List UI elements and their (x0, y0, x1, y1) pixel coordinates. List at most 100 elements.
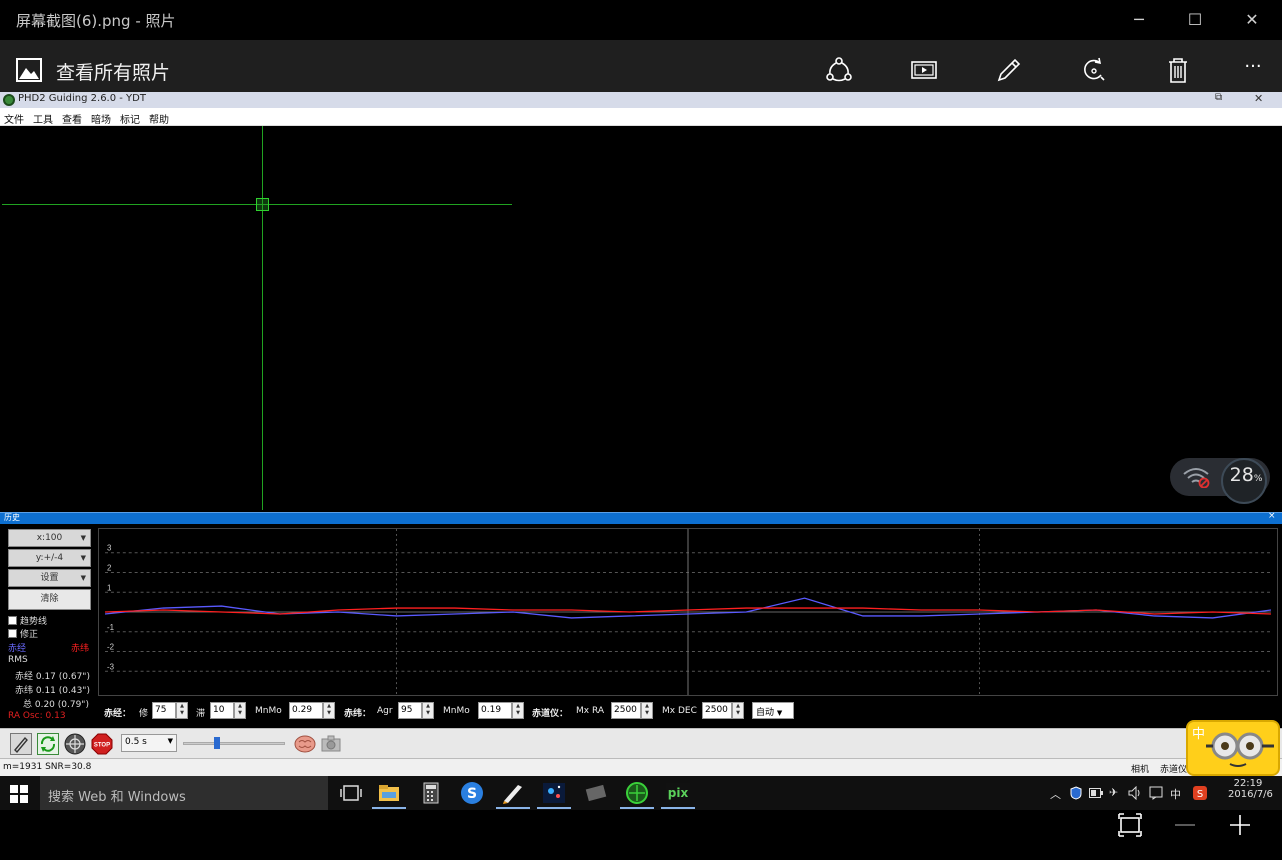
ra-hyst-input[interactable]: 75 (152, 702, 176, 719)
svg-text:STOP: STOP (94, 743, 110, 749)
dec-minmo-spinner[interactable]: ▲ ▼ (512, 702, 524, 719)
phd2-restore-icon[interactable]: ⧉ (1215, 92, 1222, 103)
brain-icon[interactable] (293, 733, 317, 755)
loop-icon[interactable] (37, 733, 59, 755)
windows-start-icon[interactable] (10, 785, 28, 803)
camera-status: 相机 (1131, 765, 1150, 775)
menu-file[interactable]: 文件 (4, 111, 24, 126)
menu-tools[interactable]: 工具 (33, 111, 53, 126)
network-tray-icon[interactable]: ✈ (1109, 786, 1118, 799)
slideshow-icon[interactable] (909, 55, 939, 85)
ime-indicator[interactable]: 中 (1170, 786, 1181, 802)
close-button[interactable]: ✕ (1237, 8, 1267, 32)
x-scale-dropdown[interactable]: x:100 ▼ (8, 529, 91, 547)
dec-agg-label: Agr (377, 706, 393, 716)
phd2-close-icon[interactable]: ✕ (1254, 92, 1263, 105)
ra-minmo-spinner[interactable]: ▲ ▼ (323, 702, 335, 719)
fit-to-window-icon[interactable] (1118, 813, 1142, 837)
dec-agg-spinner[interactable]: ▲ ▼ (422, 702, 434, 719)
pixinsight-active-indicator (661, 807, 695, 809)
ra-minmo-label: MnMo (255, 706, 282, 716)
calculator-icon[interactable] (418, 781, 444, 805)
net-usage-percent: 28% (1229, 464, 1263, 486)
zoom-out-icon[interactable] (1173, 813, 1197, 837)
svg-text:S: S (467, 786, 477, 802)
photo-gallery-icon[interactable] (16, 58, 42, 82)
dec-agg-input[interactable]: 95 (398, 702, 422, 719)
action-center-icon[interactable] (1149, 786, 1163, 800)
share-icon[interactable] (824, 55, 854, 85)
zoom-in-icon[interactable] (1228, 813, 1252, 837)
task-view-icon[interactable] (338, 781, 364, 805)
tray-clock[interactable]: 22:19 2016/7/6 (1228, 778, 1273, 800)
delete-icon[interactable] (1163, 55, 1193, 85)
gamma-slider-track[interactable] (183, 742, 285, 745)
volume-icon[interactable] (1128, 786, 1142, 800)
view-all-photos-link[interactable]: 查看所有照片 (56, 58, 170, 85)
y-scale-dropdown[interactable]: y:+/-4 ▼ (8, 549, 91, 567)
minimize-button[interactable]: ─ (1124, 8, 1154, 32)
ra-agg-input[interactable]: 10 (210, 702, 234, 719)
exposure-select[interactable]: 0.5 s ▼ (121, 734, 177, 752)
pixinsight-icon[interactable]: pix (665, 781, 691, 805)
wifi-off-icon (1183, 468, 1210, 488)
app-pen-icon[interactable] (500, 781, 526, 805)
telescope-app-icon[interactable] (583, 781, 609, 805)
menu-help[interactable]: 帮助 (149, 111, 169, 126)
menu-darks[interactable]: 暗场 (91, 111, 111, 126)
photos-titlebar: 屏幕截图(6).png - 照片 ─ ☐ ✕ (0, 0, 1282, 40)
phd2-title: PHD2 Guiding 2.6.0 - YDT (18, 93, 146, 104)
maximize-button[interactable]: ☐ (1180, 8, 1210, 32)
ra-agg-label: 滞 (196, 709, 206, 719)
dec-params-label: 赤纬： (344, 709, 372, 719)
stellarium-icon[interactable] (541, 781, 567, 805)
search-placeholder[interactable]: 搜索 Web 和 Windows (48, 786, 186, 805)
y-tick-label: 2 (107, 564, 111, 573)
mx-dec-input[interactable]: 2500 (702, 702, 732, 719)
ra-agg-spinner[interactable]: ▲ ▼ (234, 702, 246, 719)
rotate-icon[interactable] (1079, 55, 1109, 85)
sogou-icon[interactable]: S (459, 781, 485, 805)
connect-icon[interactable] (10, 733, 32, 755)
minion-icon: 中 (1192, 727, 1274, 767)
ra-params-label: 赤经： (104, 709, 132, 719)
file-explorer-icon[interactable] (376, 781, 402, 805)
sogou-tray-icon[interactable]: S (1193, 786, 1207, 800)
guide-star-box (256, 198, 269, 211)
explorer-active-indicator (372, 807, 406, 809)
ra-minmo-input[interactable]: 0.29 (289, 702, 323, 719)
gamma-slider-thumb[interactable] (214, 737, 220, 749)
ra-hyst-spinner[interactable]: ▲ ▼ (176, 702, 188, 719)
history-title: 历史 (4, 513, 20, 522)
history-graph: 3 2 1 -1 -2 -3 (98, 528, 1278, 696)
camera-settings-icon[interactable] (320, 733, 342, 755)
mount-params-label: 赤道仪： (532, 709, 569, 719)
menu-bookmarks[interactable]: 标记 (120, 111, 140, 126)
battery-icon[interactable] (1089, 788, 1103, 798)
photos-viewer: 屏幕截图(6).png - 照片 ─ ☐ ✕ 查看所有照片 ··· PHD2 G… (0, 0, 1282, 860)
dec-guide-mode-select[interactable]: 自动 ▼ (752, 702, 794, 719)
stellarium-active-indicator (537, 807, 571, 809)
dec-minmo-input[interactable]: 0.19 (478, 702, 512, 719)
phd2-taskbar-icon[interactable] (624, 781, 650, 805)
edit-icon[interactable] (994, 55, 1024, 85)
mx-ra-input[interactable]: 2500 (611, 702, 641, 719)
camera-view[interactable] (2, 126, 1280, 510)
guide-icon[interactable] (64, 733, 86, 755)
clear-button[interactable]: 清除 (8, 589, 91, 610)
more-icon[interactable]: ··· (1238, 56, 1268, 86)
correction-checkbox[interactable]: 修正 (8, 627, 38, 640)
settings-dropdown[interactable]: 设置 ▼ (8, 569, 91, 587)
ra-hyst-label: 修 (139, 709, 149, 719)
tray-expand-icon[interactable]: ︿ (1050, 786, 1061, 802)
menu-view[interactable]: 查看 (62, 111, 82, 126)
stop-icon[interactable]: STOP (91, 733, 113, 755)
trendline-checkbox[interactable]: 趋势线 (8, 614, 47, 627)
history-close-icon[interactable]: × (1268, 511, 1276, 521)
phd2-statusbar (0, 758, 1282, 776)
ime-mascot[interactable]: 中 (1186, 720, 1280, 776)
mx-ra-spinner[interactable]: ▲ ▼ (641, 702, 653, 719)
defender-icon[interactable] (1070, 786, 1082, 800)
mx-dec-spinner[interactable]: ▲ ▼ (732, 702, 744, 719)
history-titlebar (0, 512, 1282, 524)
